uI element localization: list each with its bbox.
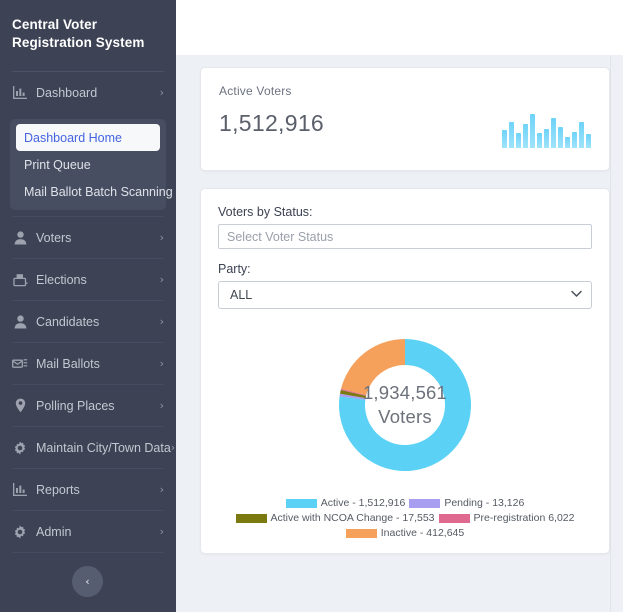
main-area: Active Voters 1,512,916 Voters by Status… [176,0,623,612]
user-icon [12,230,28,246]
sidebar-item-label: Candidates [36,315,160,329]
sidebar-nav: Dashboard › Dashboard Home Print Queue M… [0,72,176,553]
sparkline-bar [551,118,556,148]
voter-status-input[interactable] [218,224,592,249]
sidebar: Central Voter Registration System Dashbo… [0,0,176,612]
submenu-item-mail-ballot-batch-scanning[interactable]: Mail Ballot Batch Scanning [16,178,160,205]
sidebar-item-elections[interactable]: Elections › [0,259,176,300]
sidebar-item-reports[interactable]: Reports › [0,469,176,510]
app-root: Central Voter Registration System Dashbo… [0,0,623,612]
legend-swatch [346,529,377,538]
chevron-right-icon: › [160,400,164,411]
chevron-right-icon: › [160,526,164,537]
gear-icon [12,524,28,540]
sparkline-bar [537,133,542,148]
sidebar-item-voters[interactable]: Voters › [0,217,176,258]
sparkline-bar [558,127,563,148]
voters-by-status-card: Voters by Status: Party: ALL [200,188,610,554]
donut-center-text: 1,934,561 Voters [325,325,485,485]
sidebar-item-polling-places[interactable]: Polling Places › [0,385,176,426]
legend-label: Inactive - 412,645 [381,527,464,539]
chevron-right-icon: › [160,358,164,369]
legend-item[interactable]: Inactive - 412,645 [346,527,464,539]
sparkline-bar [579,122,584,148]
sparkline-bar [502,130,507,148]
legend-label: Active with NCOA Change - 17,553 [271,512,435,524]
donut-center-value: 1,934,561 [363,381,447,405]
field-spacer [218,249,592,262]
legend-item[interactable]: Pre-registration 6,022 [439,512,575,524]
legend-row: Active - 1,512,916 Pending - 13,126 [218,497,592,509]
legend-swatch [409,499,440,508]
submenu-item-dashboard-home[interactable]: Dashboard Home [16,124,160,151]
top-header-bar [176,0,623,55]
legend-label: Pending - 13,126 [444,497,524,509]
legend-swatch [236,514,267,523]
sidebar-item-label: Maintain City/Town Data [36,441,171,455]
gear-icon [12,440,28,456]
sparkline-bar [586,134,591,148]
voters-by-status-label: Voters by Status: [218,205,592,219]
active-voters-label: Active Voters [219,84,591,98]
legend-item[interactable]: Active with NCOA Change - 17,553 [236,512,435,524]
sidebar-item-label: Reports [36,483,160,497]
sidebar-item-maintain-city-town-data[interactable]: Maintain City/Town Data › [0,427,176,468]
donut-center-label: Voters [378,405,432,429]
brand-title: Central Voter Registration System [0,0,176,52]
user-icon [12,314,28,330]
dashboard-column: Active Voters 1,512,916 Voters by Status… [200,67,610,554]
sidebar-item-mail-ballots[interactable]: Mail Ballots › [0,343,176,384]
sidebar-item-label: Elections [36,273,160,287]
sparkline-bar [530,114,535,148]
sidebar-collapse-button[interactable]: ‹ [72,566,103,597]
chevron-right-icon: › [160,232,164,243]
legend-row: Inactive - 412,645 [218,527,592,539]
chevron-right-icon: › [160,274,164,285]
map-pin-icon [12,398,28,414]
active-voters-sparkline [502,114,591,148]
sidebar-item-label: Polling Places [36,399,160,413]
voters-by-status-donut: 1,934,561 Voters [325,325,485,485]
sparkline-bar [509,122,514,148]
submenu-item-print-queue[interactable]: Print Queue [16,151,160,178]
legend-item[interactable]: Active - 1,512,916 [286,497,406,509]
legend-swatch [439,514,470,523]
sidebar-item-admin[interactable]: Admin › [0,511,176,552]
chevron-right-icon: › [171,442,175,453]
mail-ballot-icon [12,356,28,372]
sidebar-item-label: Voters [36,231,160,245]
nav-divider [12,552,164,553]
dashboard-submenu: Dashboard Home Print Queue Mail Ballot B… [10,119,166,210]
legend-label: Active - 1,512,916 [321,497,406,509]
chevron-right-icon: › [160,87,164,98]
legend-row: Active with NCOA Change - 17,553 Pre-regi… [218,512,592,524]
dashboard-content: Active Voters 1,512,916 Voters by Status… [176,55,623,612]
legend-swatch [286,499,317,508]
sidebar-item-label: Admin [36,525,160,539]
chevron-right-icon: › [160,316,164,327]
legend-item[interactable]: Pending - 13,126 [409,497,524,509]
ballot-box-icon [12,272,28,288]
party-select-wrap: ALL [218,281,592,309]
party-select[interactable]: ALL [218,281,592,309]
sparkline-bar [523,124,528,148]
sidebar-item-label: Dashboard [36,86,160,100]
sparkline-bar [565,137,570,148]
party-label: Party: [218,262,592,276]
chevron-right-icon: › [160,484,164,495]
donut-legend: Active - 1,512,916Pending - 13,126Active… [218,497,592,539]
sparkline-bar [572,132,577,148]
sparkline-bar [516,133,521,148]
chevron-left-icon: ‹ [85,575,89,588]
sidebar-item-candidates[interactable]: Candidates › [0,301,176,342]
chart-bar-icon [12,482,28,498]
sidebar-item-label: Mail Ballots [36,357,160,371]
sparkline-bar [544,129,549,148]
donut-chart-wrap: 1,934,561 Voters [218,325,592,485]
sidebar-item-dashboard[interactable]: Dashboard › [0,72,176,113]
chart-bar-icon [12,85,28,101]
active-voters-card: Active Voters 1,512,916 [200,67,610,171]
legend-label: Pre-registration 6,022 [474,512,575,524]
